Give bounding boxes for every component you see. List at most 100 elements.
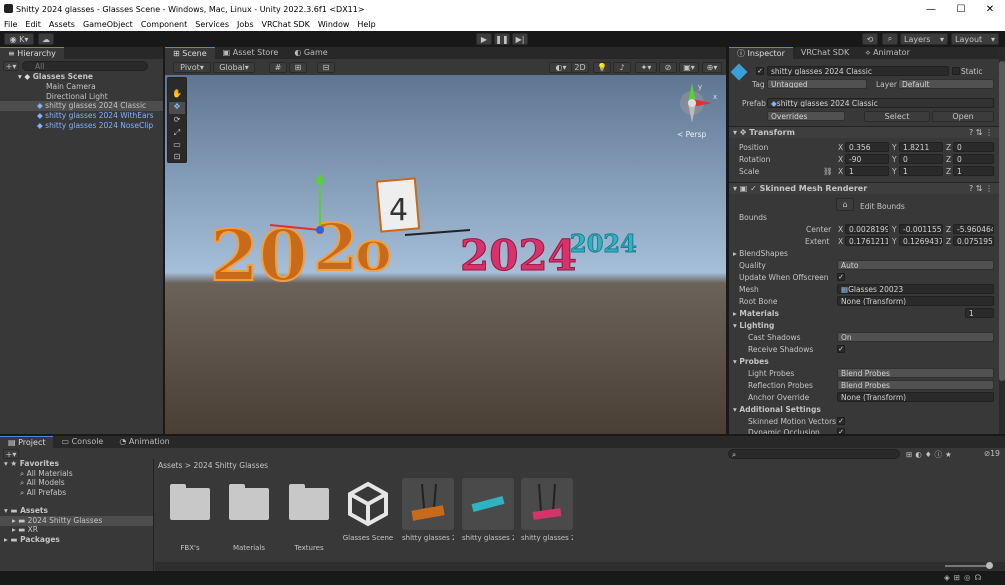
quality-dropdown[interactable]: Auto	[837, 260, 994, 270]
light-probes-dropdown[interactable]: Blend Probes	[837, 368, 994, 378]
close-button[interactable]: ✕	[975, 0, 1005, 18]
lighting-foldout[interactable]: ▾ Lighting	[733, 321, 774, 330]
update-offscreen-checkbox[interactable]: ✓	[837, 273, 845, 281]
scale-x-field[interactable]: 1	[845, 166, 889, 176]
tab-animation[interactable]: ◔ Animation	[111, 436, 177, 448]
center-x-field[interactable]: 0.0028199	[845, 224, 889, 234]
increment-icon[interactable]: ⊟	[317, 62, 335, 73]
play-icon[interactable]: ▶	[476, 33, 492, 45]
position-z-field[interactable]: 0	[953, 142, 994, 152]
overrides-dropdown[interactable]: Overrides	[767, 111, 845, 121]
menu-vrchat-sdk[interactable]: VRChat SDK	[258, 20, 314, 29]
dynamic-occlusion-checkbox[interactable]: ✓	[837, 428, 845, 436]
menu-assets[interactable]: Assets	[45, 20, 79, 29]
position-y-field[interactable]: 1.8211	[899, 142, 943, 152]
breadcrumb-folder[interactable]: 2024 Shitty Glasses	[193, 461, 268, 470]
account-button[interactable]: ◉ K ▾	[4, 33, 34, 45]
zoom-slider-handle[interactable]	[986, 562, 993, 569]
rotation-y-field[interactable]: 0	[899, 154, 943, 164]
add-object-button[interactable]: +▾	[3, 61, 19, 71]
zoom-slider[interactable]	[945, 565, 990, 567]
hierarchy-item-main-camera[interactable]: Main Camera	[46, 82, 96, 92]
scale-y-field[interactable]: 1	[899, 166, 943, 176]
hand-tool-icon[interactable]: ✋	[169, 89, 185, 101]
lighting-icon[interactable]: 💡	[593, 62, 611, 73]
tab-hierarchy[interactable]: ≡ Hierarchy	[0, 47, 64, 59]
tag-dropdown[interactable]: Untagged	[767, 79, 867, 89]
asset-materials-folder[interactable]: Materials	[223, 478, 275, 552]
layer-dropdown[interactable]: Default	[898, 79, 994, 89]
scale-tool-icon[interactable]: ⤢	[169, 128, 185, 140]
hierarchy-item-classic[interactable]: ◆ shitty glasses 2024 Classic	[0, 101, 163, 111]
hidden-objects-icon[interactable]: ⊘	[659, 62, 677, 73]
menu-component[interactable]: Component	[137, 20, 191, 29]
folder-xr[interactable]: ▸ ▬ XR	[12, 525, 38, 535]
rotation-z-field[interactable]: 0	[953, 154, 994, 164]
move-tool-icon[interactable]: ✥	[169, 102, 185, 114]
asset-fbx-folder[interactable]: FBX's	[164, 478, 216, 552]
materials-count-field[interactable]: 1	[965, 308, 994, 318]
favorites-foldout[interactable]: ▾ ★ Favorites	[4, 459, 59, 469]
component-menu-icon[interactable]: ? ⇅ ⋮	[969, 183, 993, 195]
favorite-all-models[interactable]: ⌕ All Models	[20, 478, 65, 488]
menu-edit[interactable]: Edit	[21, 20, 45, 29]
menu-window[interactable]: Window	[314, 20, 354, 29]
asset-prefab-withears[interactable]: shitty glasses 2...	[521, 478, 573, 542]
layout-dropdown[interactable]: Layout ▾	[951, 33, 999, 45]
asset-prefab-noseclip[interactable]: shitty glasses 2...	[462, 478, 514, 542]
step-icon[interactable]: ▶|	[512, 33, 528, 45]
materials-foldout[interactable]: ▸ Materials	[733, 309, 779, 318]
center-y-field[interactable]: -0.001155	[899, 224, 943, 234]
smr-header[interactable]: ▾ ▣ ✓ Skinned Mesh Renderer ? ⇅ ⋮	[729, 182, 999, 194]
packages-foldout[interactable]: ▸ ▬ Packages	[4, 535, 60, 545]
asset-prefab-classic[interactable]: shitty glasses 2...	[402, 478, 454, 542]
skinned-motion-checkbox[interactable]: ✓	[837, 417, 845, 425]
position-x-field[interactable]: 0.356	[845, 142, 889, 152]
hidden-count-badge[interactable]: ⊘19	[984, 449, 1000, 458]
audio-icon[interactable]: ♪	[613, 62, 631, 73]
rect-tool-icon[interactable]: ▭	[169, 140, 185, 152]
prefab-open-button[interactable]: Open	[932, 111, 994, 122]
link-scale-icon[interactable]: ⛓	[823, 167, 833, 176]
edit-bounds-icon[interactable]: ⌂	[836, 198, 854, 211]
grid-icon[interactable]: #	[269, 62, 287, 73]
prefab-select-button[interactable]: Select	[864, 111, 930, 122]
asset-glasses-scene[interactable]: Glasses Scene	[342, 478, 394, 542]
active-checkbox[interactable]: ✓	[756, 67, 764, 75]
rotation-x-field[interactable]: -90	[845, 154, 889, 164]
snap-icon[interactable]: ⊞	[289, 62, 307, 73]
global-dropdown[interactable]: Global ▾	[213, 62, 255, 73]
menu-help[interactable]: Help	[353, 20, 379, 29]
tab-asset-store[interactable]: ▣ Asset Store	[215, 47, 287, 59]
menu-gameobject[interactable]: GameObject	[79, 20, 137, 29]
cast-shadows-dropdown[interactable]: On	[837, 332, 994, 342]
inspector-scrollbar[interactable]	[999, 47, 1005, 434]
transform-header[interactable]: ▾ ✥ Transform ? ⇅ ⋮	[729, 126, 999, 138]
reflection-probes-dropdown[interactable]: Blend Probes	[837, 380, 994, 390]
tab-inspector[interactable]: ⓘ Inspector	[729, 47, 793, 59]
probes-foldout[interactable]: ▾ Probes	[733, 357, 769, 366]
status-icons[interactable]: ◈⊞◎☊	[944, 573, 985, 582]
extent-y-field[interactable]: 0.1269437	[899, 236, 943, 246]
rotate-tool-icon[interactable]: ⟳	[169, 115, 185, 127]
search-icon[interactable]: ⌕	[882, 33, 898, 45]
center-z-field[interactable]: -5.960464	[953, 224, 994, 234]
camera-icon[interactable]: ▣▾	[679, 62, 699, 73]
receive-shadows-checkbox[interactable]: ✓	[837, 345, 845, 353]
menu-file[interactable]: File	[0, 20, 21, 29]
project-search-input[interactable]: ⌕	[728, 449, 900, 459]
shading-icon[interactable]: ◐▾	[549, 62, 573, 73]
pivot-dropdown[interactable]: Pivot ▾	[173, 62, 211, 73]
hierarchy-item-withears[interactable]: ◆ shitty glasses 2024 WithEars	[37, 111, 154, 121]
layers-dropdown[interactable]: Layers ▾	[900, 33, 948, 45]
blendshapes-foldout[interactable]: ▸ BlendShapes	[733, 249, 788, 258]
tab-animator[interactable]: ⟡ Animator	[857, 47, 918, 59]
menu-jobs[interactable]: Jobs	[233, 20, 258, 29]
create-asset-button[interactable]: +▾	[3, 449, 19, 459]
menu-services[interactable]: Services	[191, 20, 233, 29]
extent-x-field[interactable]: 0.1761211	[845, 236, 889, 246]
scale-z-field[interactable]: 1	[953, 166, 994, 176]
filter-icons[interactable]: ⊞◐♦ⓘ★	[906, 449, 955, 460]
gizmos-icon[interactable]: ⊕▾	[702, 62, 722, 73]
extent-z-field[interactable]: 0.0751956	[953, 236, 994, 246]
